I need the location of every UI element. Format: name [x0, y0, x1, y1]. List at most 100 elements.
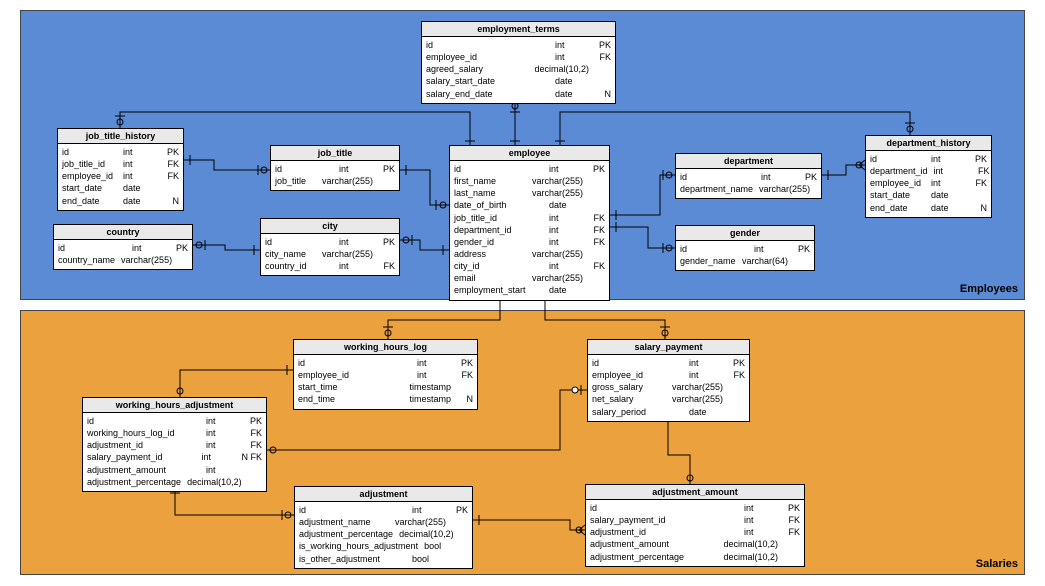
column-row: idintPK	[680, 171, 817, 183]
column-key: PK	[379, 163, 395, 175]
column-type: int	[689, 357, 729, 369]
column-key	[248, 476, 264, 488]
column-name: adjustment_name	[299, 516, 395, 528]
column-row: idintPK	[265, 236, 395, 248]
entity-working-hours-adjustment[interactable]: working_hours_adjustment idintPKworking_…	[82, 397, 267, 492]
column-row: salary_payment_idintFK	[590, 514, 800, 526]
column-name: net_salary	[592, 393, 672, 405]
column-name: adjustment_id	[87, 439, 206, 451]
entity-body: idintPKcountry_namevarchar(255)	[54, 240, 192, 269]
column-row: working_hours_log_idintFK	[87, 427, 262, 439]
column-row: job_titlevarchar(255)	[275, 175, 395, 187]
entity-title: country	[54, 225, 192, 240]
column-name: salary_start_date	[426, 75, 555, 87]
column-key	[816, 183, 832, 195]
column-name: end_time	[298, 393, 409, 405]
entity-body: idintPKcity_namevarchar(255)country_idin…	[261, 234, 399, 275]
entity-salary-payment[interactable]: salary_payment idintPKemployee_idintFKgr…	[587, 339, 750, 422]
column-key: PK	[729, 357, 745, 369]
column-type: int	[744, 514, 784, 526]
column-key	[589, 284, 605, 296]
entity-employment-terms[interactable]: employment_terms idintPKemployee_idintFK…	[421, 21, 616, 104]
column-key	[729, 406, 745, 418]
column-key: FK	[595, 51, 611, 63]
column-type: decimal(10,2)	[534, 63, 595, 75]
column-row: adjustment_percentagedecimal(10,2)	[299, 528, 468, 540]
entity-city[interactable]: city idintPKcity_namevarchar(255)country…	[260, 218, 400, 276]
entity-adjustment[interactable]: adjustment idintPKadjustment_namevarchar…	[294, 486, 473, 569]
column-key: N FK	[241, 451, 262, 463]
column-name: department_id	[870, 165, 934, 177]
column-type: int	[744, 526, 784, 538]
column-row: agreed_salarydecimal(10,2)	[426, 63, 611, 75]
column-row: country_namevarchar(255)	[58, 254, 188, 266]
column-type: date	[549, 284, 589, 296]
column-type: int	[206, 427, 246, 439]
column-row: idintPK	[299, 504, 468, 516]
column-type: date	[689, 406, 729, 418]
entity-title: department_history	[866, 136, 991, 151]
entity-department-history[interactable]: department_history idintPKdepartment_idi…	[865, 135, 992, 218]
entity-department[interactable]: department idintPKdepartment_namevarchar…	[675, 153, 822, 199]
column-name: is_other_adjustment	[299, 553, 412, 565]
column-key: FK	[971, 177, 987, 189]
column-type: int	[931, 153, 971, 165]
entity-job-title[interactable]: job_title idintPKjob_titlevarchar(255)	[270, 145, 400, 191]
column-name: country_id	[265, 260, 339, 272]
entity-country[interactable]: country idintPKcountry_namevarchar(255)	[53, 224, 193, 270]
column-type: bool	[424, 540, 464, 552]
column-row: job_title_idintFK	[62, 158, 179, 170]
column-key	[971, 189, 987, 201]
column-key	[460, 528, 476, 540]
column-type: varchar(255)	[672, 393, 729, 405]
column-name: city_name	[265, 248, 322, 260]
column-row: employee_idintFK	[62, 170, 179, 182]
entity-working-hours-log[interactable]: working_hours_log idintPKemployee_idintF…	[293, 339, 478, 410]
entity-body: idintPKemployee_idintFKgross_salaryvarch…	[588, 355, 749, 421]
entity-adjustment-amount[interactable]: adjustment_amount idintPKsalary_payment_…	[585, 484, 805, 567]
entity-title: salary_payment	[588, 340, 749, 355]
entity-title: city	[261, 219, 399, 234]
region-salaries-label: Salaries	[976, 558, 1018, 570]
column-type: int	[339, 260, 379, 272]
column-type: int	[417, 369, 457, 381]
entity-title: working_hours_log	[294, 340, 477, 355]
entity-body: idintPKfirst_namevarchar(255)last_nameva…	[450, 161, 609, 300]
column-key	[784, 551, 800, 563]
column-key: FK	[163, 158, 179, 170]
column-name: id	[590, 502, 744, 514]
column-name: employee_id	[870, 177, 931, 189]
column-row: idintPK	[62, 146, 179, 158]
column-type: date	[931, 189, 971, 201]
column-row: is_working_hours_adjustmentbool	[299, 540, 468, 552]
column-name: salary_period	[592, 406, 689, 418]
column-name: start_time	[298, 381, 409, 393]
column-name: id	[87, 415, 206, 427]
column-key	[589, 248, 605, 260]
column-name: email	[454, 272, 532, 284]
entity-employee[interactable]: employee idintPKfirst_namevarchar(255)la…	[449, 145, 610, 301]
column-key: FK	[589, 224, 605, 236]
column-key: FK	[784, 526, 800, 538]
column-name: gender_name	[680, 255, 742, 267]
column-type: date	[549, 199, 589, 211]
column-name: adjustment_amount	[590, 538, 723, 550]
entity-body: idintPKdepartment_idintFKemployee_idintF…	[866, 151, 991, 217]
column-name: employee_id	[62, 170, 123, 182]
column-row: start_datedate	[870, 189, 987, 201]
column-key: PK	[784, 502, 800, 514]
column-type: int	[549, 260, 589, 272]
column-row: idintPK	[426, 39, 611, 51]
column-name: last_name	[454, 187, 532, 199]
column-type: int	[417, 357, 457, 369]
column-key: FK	[729, 369, 745, 381]
column-key	[163, 182, 179, 194]
entity-job-title-history[interactable]: job_title_history idintPKjob_title_idint…	[57, 128, 184, 211]
column-key: FK	[974, 165, 990, 177]
column-name: adjustment_percentage	[299, 528, 399, 540]
column-key: FK	[589, 260, 605, 272]
entity-gender[interactable]: gender idintPKgender_namevarchar(64)	[675, 225, 815, 271]
column-key: PK	[452, 504, 468, 516]
column-type: varchar(255)	[759, 183, 816, 195]
column-key	[784, 538, 800, 550]
